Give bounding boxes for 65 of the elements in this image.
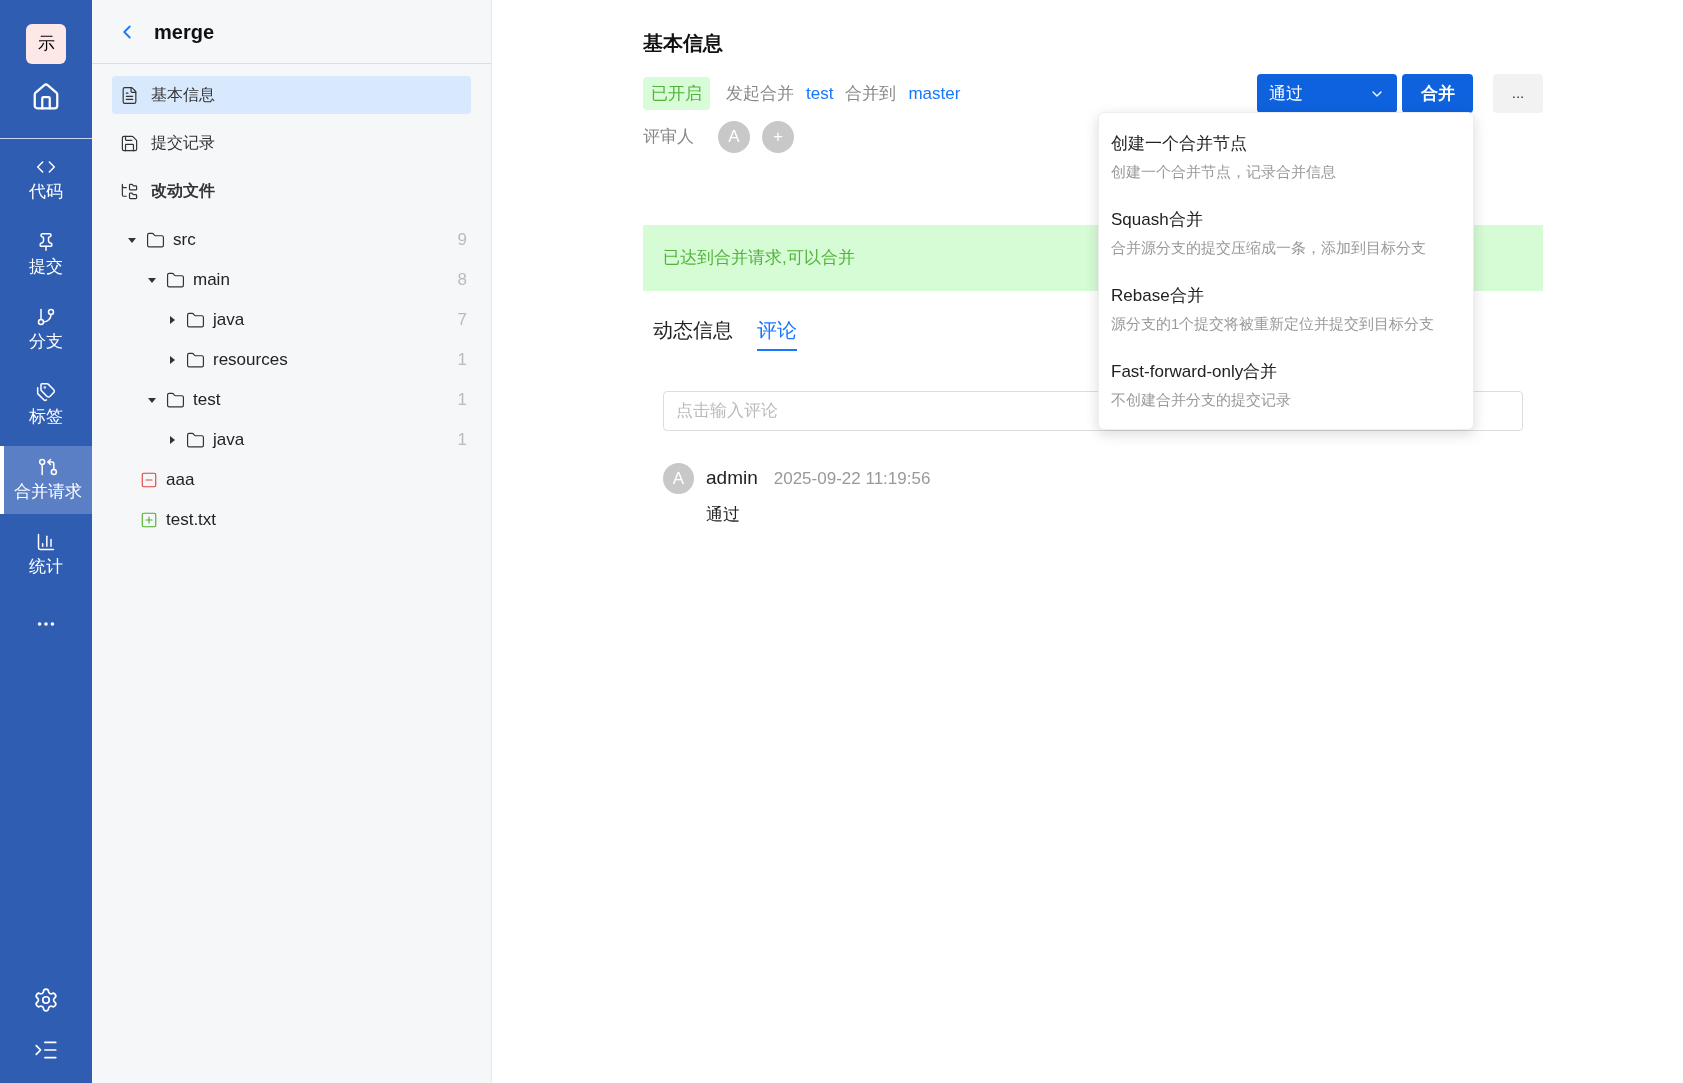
tab[interactable]: 评论 [757, 315, 797, 351]
target-branch-link[interactable]: master [908, 80, 961, 107]
sidebar-item[interactable]: 提交记录 [112, 124, 471, 162]
merge-button[interactable]: 合并 [1402, 74, 1473, 113]
logo: 示 [26, 24, 66, 64]
nav-item[interactable]: 分支 [0, 296, 92, 364]
folder-name: main [193, 269, 230, 292]
sidebar-item[interactable]: 基本信息 [112, 76, 471, 114]
folder-icon [166, 270, 185, 290]
change-count: 9 [457, 229, 467, 252]
folder-icon [146, 230, 165, 250]
source-branch-link[interactable]: test [806, 80, 834, 107]
change-count: 7 [457, 309, 467, 332]
comment-author: admin [706, 466, 758, 491]
tree-folder-row[interactable]: src 9 [92, 220, 483, 260]
nav-item[interactable]: 提交 [0, 221, 92, 289]
repo-title: merge [154, 19, 215, 45]
merge-to-label: 合并到 [845, 82, 897, 105]
folder-icon [166, 390, 185, 410]
tag-icon [36, 382, 56, 403]
folder-icon [186, 350, 205, 370]
bar-chart-icon [36, 532, 56, 553]
document-icon [120, 85, 139, 105]
folder-name: java [213, 429, 245, 452]
file-name: test.txt [166, 509, 217, 532]
folder-icon [186, 430, 205, 450]
tree-folder-row[interactable]: java 1 [92, 420, 483, 460]
merge-option[interactable]: 创建一个合并节点 创建一个合并节点，记录合并信息 [1099, 125, 1473, 189]
nav-item[interactable]: 代码 [0, 146, 92, 214]
tree-file-row[interactable]: test.txt [92, 500, 483, 540]
more-button[interactable]: ... [1493, 74, 1543, 113]
home-icon [31, 82, 61, 112]
folder-name: java [213, 309, 245, 332]
nav-item[interactable]: 统计 [0, 521, 92, 589]
initiate-label: 发起合并 [726, 82, 794, 105]
folder-name: test [193, 389, 221, 412]
nav-item[interactable]: 标签 [0, 371, 92, 439]
tree-folder-row[interactable]: java 7 [92, 300, 483, 340]
branch-icon [36, 307, 56, 328]
change-count: 1 [457, 429, 467, 452]
change-count: 1 [457, 389, 467, 412]
file-name: aaa [166, 469, 195, 492]
pin-icon [36, 232, 56, 253]
pull-request-icon [38, 457, 58, 478]
tree-file-row[interactable]: aaa [92, 460, 483, 500]
change-count: 8 [457, 269, 467, 292]
change-count: 1 [457, 349, 467, 372]
settings-icon[interactable] [33, 987, 59, 1013]
tree-folder-row[interactable]: test 1 [92, 380, 483, 420]
status-tag: 已开启 [643, 76, 710, 111]
reviewer-label: 评审人 [643, 126, 694, 149]
tree-folder-row[interactable]: main 8 [92, 260, 483, 300]
approve-dropdown-button[interactable]: 通过 [1257, 74, 1397, 113]
section-title: 基本信息 [643, 31, 724, 56]
sidebar-item[interactable]: 改动文件 [112, 172, 471, 210]
folder-name: resources [213, 349, 288, 372]
file-tree-icon [120, 181, 139, 201]
tab[interactable]: 动态信息 [653, 315, 733, 351]
nav-item[interactable]: 合并请求 [0, 446, 92, 514]
comment-text: 通过 [706, 504, 741, 526]
folder-name: src [173, 229, 196, 252]
comment-time: 2025-09-22 11:19:56 [773, 467, 931, 490]
save-icon [120, 133, 139, 153]
folder-icon [186, 310, 205, 330]
tree-folder-row[interactable]: resources 1 [92, 340, 483, 380]
